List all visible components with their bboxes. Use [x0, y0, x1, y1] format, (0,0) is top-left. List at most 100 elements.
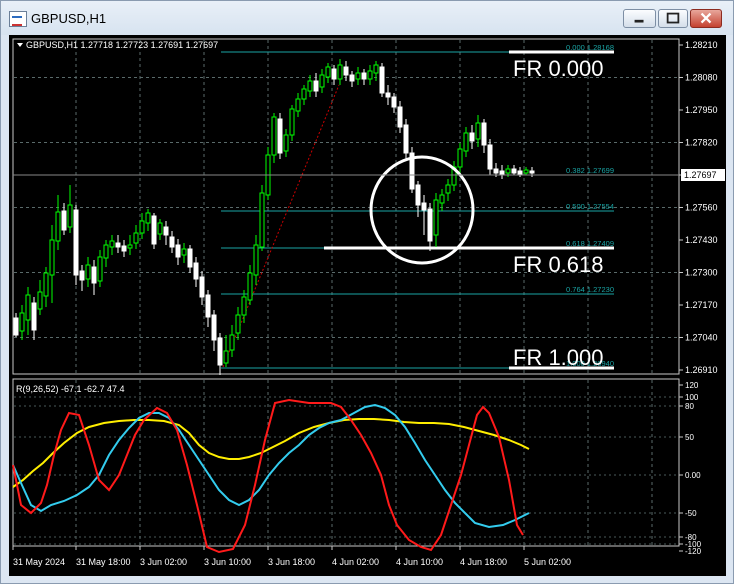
candle: [259, 185, 265, 251]
candle-body: [505, 168, 511, 174]
title-bar[interactable]: GBPUSD,H1: [1, 1, 733, 35]
candle-body: [271, 116, 277, 156]
price-label: 1.26910: [685, 365, 718, 375]
candle-body: [61, 210, 67, 231]
candle: [379, 63, 385, 97]
candle: [43, 267, 49, 307]
fib-level-label: 0.618 1.27409: [566, 239, 614, 248]
candle-body: [49, 239, 55, 276]
fib-big-label: FR 0.618: [513, 252, 604, 277]
candle-body: [169, 236, 175, 248]
candle: [523, 167, 529, 175]
current-price-badge: 1.27697: [681, 169, 725, 181]
price-label: 1.27040: [685, 333, 718, 343]
candle: [253, 235, 259, 285]
candle: [331, 65, 337, 85]
indicator-pane-frame: [12, 378, 680, 547]
candle-body: [187, 248, 193, 268]
candle-body: [337, 64, 343, 80]
candle-body: [511, 168, 517, 174]
candle-body: [367, 70, 373, 80]
candle: [73, 205, 79, 285]
candle-body: [307, 80, 313, 92]
candle-body: [37, 291, 43, 310]
candle-body: [313, 80, 319, 92]
close-button[interactable]: [690, 9, 722, 28]
symbol-dropdown-icon[interactable]: [17, 43, 23, 47]
price-label: 1.28210: [685, 40, 718, 50]
candle: [205, 290, 211, 327]
candle-body: [385, 92, 391, 98]
time-label: 3 Jun 18:00: [268, 557, 315, 567]
candle-body: [487, 144, 493, 170]
candle: [19, 305, 25, 340]
candle-body: [115, 242, 121, 248]
candle-body: [391, 96, 397, 108]
candle-body: [277, 118, 283, 154]
candle: [247, 265, 253, 305]
fib-level-label: 0.764 1.27230: [566, 285, 614, 294]
candle: [355, 67, 361, 85]
window-title: GBPUSD,H1: [31, 11, 107, 26]
candle: [415, 181, 421, 217]
price-scale[interactable]: 1.282101.280801.279501.278201.276901.275…: [679, 40, 718, 375]
minimize-icon: [634, 19, 644, 23]
time-label: 5 Jun 02:00: [524, 557, 571, 567]
time-label: 4 Jun 02:00: [332, 557, 379, 567]
candle: [187, 245, 193, 273]
indicator-header: R(9,26,52) -67.1 -62.7 47.4: [16, 384, 125, 394]
candle-body: [223, 350, 229, 364]
candle-body: [217, 337, 223, 366]
price-label: 1.27560: [685, 203, 718, 213]
time-label: 3 Jun 10:00: [204, 557, 251, 567]
time-label: 3 Jun 02:00: [140, 557, 187, 567]
candle: [217, 333, 223, 375]
minimize-button[interactable]: [623, 9, 656, 28]
candle-body: [163, 226, 169, 236]
indicator-scale-label: 0.00: [685, 471, 701, 480]
maximize-button[interactable]: [658, 9, 688, 28]
candle-body: [199, 276, 205, 298]
candlestick-series: [13, 59, 535, 375]
candle: [181, 243, 187, 263]
current-price-label: 1.27697: [684, 170, 717, 180]
candle-body: [415, 184, 421, 206]
price-chart-canvas[interactable]: 0.000 1.28168 FR 0.000 0.382 1.27699 0.500 …: [9, 35, 726, 576]
candle: [91, 260, 97, 295]
candle: [49, 225, 55, 303]
candle-body: [175, 244, 181, 258]
price-label: 1.27300: [685, 268, 718, 278]
maximize-icon: [666, 12, 680, 24]
time-scale[interactable]: 31 May 2024 31 May 18:00 3 Jun 02:00 3 Jun …: [12, 546, 571, 567]
candle-body: [43, 272, 49, 297]
price-label: 1.27170: [685, 300, 718, 310]
candle: [451, 161, 457, 191]
candle: [349, 71, 355, 87]
time-label: 31 May 18:00: [76, 557, 131, 567]
candle: [409, 147, 415, 193]
candle: [115, 235, 121, 253]
candle-body: [97, 256, 103, 282]
candle: [235, 307, 241, 340]
indicator-scale[interactable]: 12010080500.00-50-80-100-120: [679, 381, 702, 556]
candle-body: [499, 170, 505, 176]
candle-body: [247, 272, 253, 301]
candle: [313, 73, 319, 97]
candle-body: [325, 66, 331, 78]
indicator-scale-label: 100: [685, 393, 699, 402]
chart-area[interactable]: 0.000 1.28168 FR 0.000 0.382 1.27699 0.500 …: [9, 35, 726, 576]
candle: [421, 195, 427, 235]
candle-body: [349, 74, 355, 82]
candle-body: [79, 270, 85, 281]
candle-body: [67, 204, 73, 228]
fib-big-label: FR 0.000: [513, 56, 604, 81]
candle-body: [289, 108, 295, 136]
candle-body: [397, 106, 403, 128]
candle: [175, 239, 181, 265]
candle: [127, 235, 133, 255]
candle-body: [439, 194, 445, 204]
indicator-scale-label: 120: [685, 381, 699, 390]
candle-body: [517, 170, 523, 176]
candle-body: [13, 317, 19, 336]
candle-body: [235, 314, 241, 334]
